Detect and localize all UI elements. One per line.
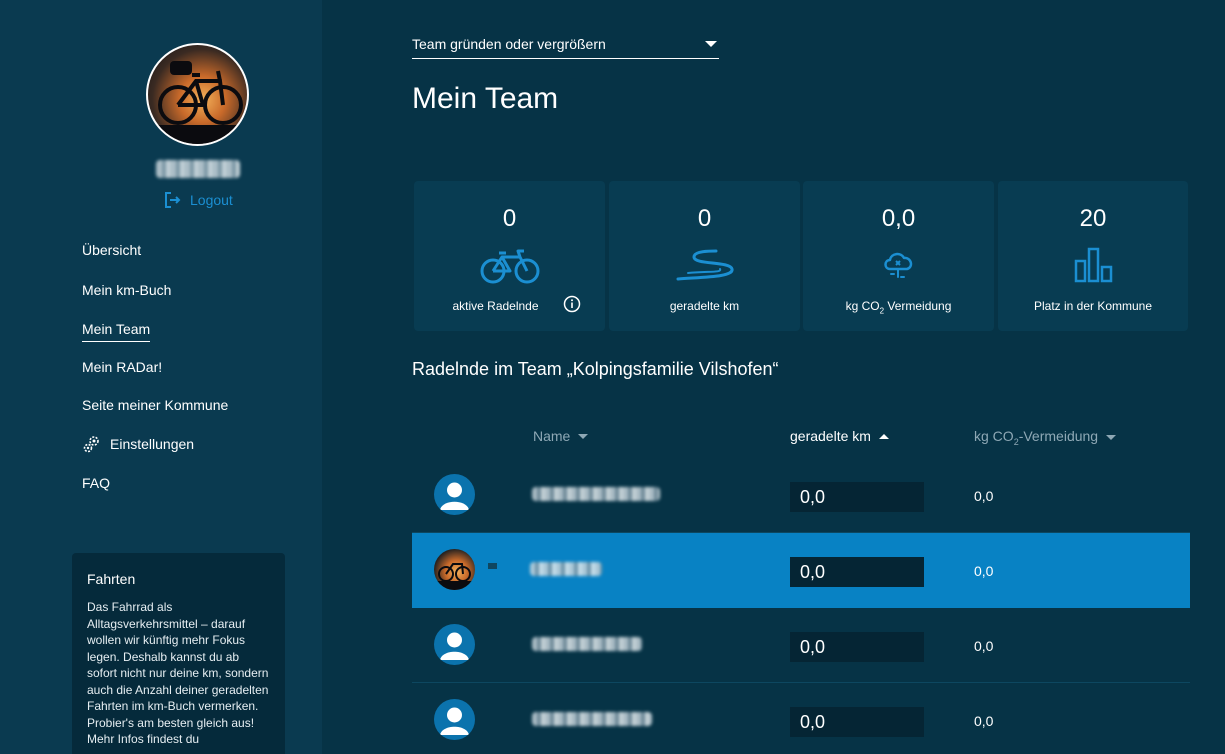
nav-item-radar[interactable]: Mein RADar! (82, 359, 162, 375)
bicycle-silhouette-icon (148, 61, 247, 144)
info-box-text: Das Fahrrad als Alltagsverkehrsmittel – … (87, 600, 269, 746)
user-avatar (434, 549, 475, 590)
table-row[interactable]: 0,0 0,0 (412, 683, 1190, 754)
stat-km: 0 geradelte km (609, 181, 800, 331)
stat-value: 0 (502, 205, 517, 232)
road-icon (676, 249, 733, 281)
stat-label: geradelte km (669, 299, 740, 313)
km-value: 0,0 (790, 632, 924, 662)
logout-label: Logout (190, 192, 233, 208)
stat-label: kg CO2 Vermeidung (803, 299, 994, 315)
logout-icon (165, 192, 181, 208)
stat-label: Platz in der Kommune (1033, 299, 1153, 313)
info-box-title: Fahrten (87, 571, 136, 587)
sidebar: Logout Übersicht Mein km-Buch Mein Team … (0, 0, 322, 754)
user-avatar-icon (434, 699, 475, 740)
profile-avatar[interactable] (146, 43, 249, 146)
member-name-redacted (532, 712, 652, 726)
user-avatar-icon (434, 474, 475, 515)
column-label: kg CO2-Vermeidung (974, 428, 1098, 447)
stat-active-cyclists: 0 aktive Radelnde (414, 181, 605, 331)
stat-ranking: 20 Platz in der Kommune (998, 181, 1188, 331)
nav-item-kommune[interactable]: Seite meiner Kommune (82, 397, 228, 413)
column-header-name[interactable]: Name (533, 428, 589, 444)
team-select-value: Team gründen oder vergrößern (412, 36, 606, 52)
nav-label: Übersicht (82, 242, 142, 258)
column-header-km[interactable]: geradelte km (790, 428, 889, 444)
table-row[interactable]: 0,0 0,0 (412, 608, 1190, 683)
km-value: 0,0 (790, 557, 924, 587)
nav-label: Einstellungen (110, 436, 195, 452)
section-title: Radelnde im Team „Kolpingsfamilie Vilsho… (412, 359, 779, 379)
page-title: Mein Team (412, 82, 559, 115)
stat-value: 20 (1079, 205, 1107, 232)
member-name-redacted (530, 562, 602, 576)
nav-item-faq[interactable]: FAQ (82, 475, 110, 491)
member-name-redacted (532, 637, 642, 651)
co2-value: 0,0 (974, 563, 994, 579)
label-part: Vermeidung (884, 299, 952, 313)
co2-value: 0,0 (974, 488, 994, 504)
nav-label: Mein km-Buch (82, 282, 172, 298)
km-value: 0,0 (790, 707, 924, 737)
team-select-dropdown[interactable]: Team gründen oder vergrößern (412, 36, 719, 59)
nav-item-mein-team[interactable]: Mein Team (82, 321, 151, 342)
label-part: -Vermeidung (1018, 428, 1099, 444)
stat-value: 0 (697, 205, 712, 232)
info-icon[interactable] (563, 295, 581, 313)
table-row-current-user[interactable]: 0,0 0,0 (412, 533, 1190, 608)
nav-item-einstellungen[interactable]: Einstellungen (82, 434, 194, 454)
nav-label: FAQ (82, 475, 111, 491)
user-avatar-icon (434, 624, 475, 665)
nav-item-km-buch[interactable]: Mein km-Buch (82, 282, 171, 298)
nav-label: Mein RADar! (82, 359, 163, 375)
member-name-redacted (532, 487, 660, 501)
nav-label: Mein Team (82, 321, 151, 342)
label-part: kg CO (845, 299, 880, 313)
flag-icon (488, 563, 497, 569)
sort-up-icon (878, 433, 889, 439)
co2-value: 0,0 (974, 638, 994, 654)
label-part: kg CO (974, 428, 1014, 444)
stat-co2: 0,0 kg CO2 Vermeidung (803, 181, 994, 331)
nav-item-uebersicht[interactable]: Übersicht (82, 242, 141, 258)
column-header-co2[interactable]: kg CO2-Vermeidung (974, 428, 1117, 447)
sort-down-icon (1106, 434, 1117, 440)
cloud-icon (883, 252, 912, 278)
chevron-down-icon (705, 41, 717, 47)
column-label: geradelte km (790, 428, 871, 444)
sort-down-icon (578, 433, 589, 439)
table-row[interactable]: 0,0 0,0 (412, 458, 1190, 533)
nav-label: Seite meiner Kommune (82, 397, 229, 413)
km-value: 0,0 (790, 482, 924, 512)
ranking-icon (1074, 247, 1113, 283)
stat-value: 0,0 (881, 205, 916, 232)
gears-icon (83, 436, 99, 453)
co2-value: 0,0 (974, 713, 994, 729)
column-label: Name (533, 428, 571, 444)
bicycle-icon (480, 249, 539, 284)
logout-button[interactable]: Logout (164, 191, 233, 209)
username-redacted (156, 160, 240, 178)
info-box-fahrten: Fahrten Das Fahrrad als Alltagsverkehrsm… (72, 553, 285, 754)
